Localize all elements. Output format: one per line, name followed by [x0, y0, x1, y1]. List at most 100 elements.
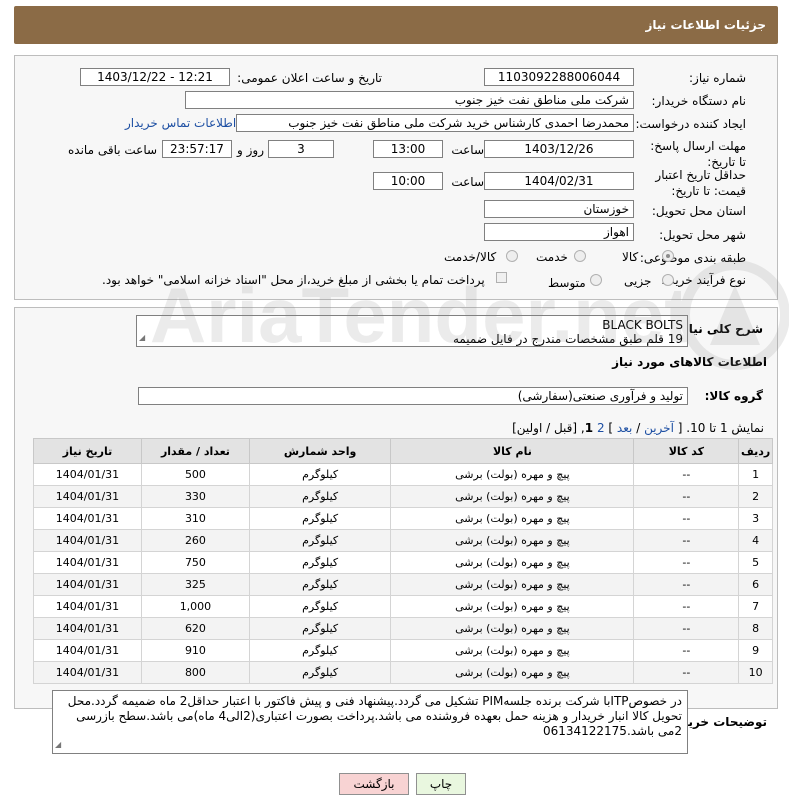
col-header-date: تاریخ نیاز	[33, 438, 142, 464]
print-button[interactable]: چاپ	[416, 773, 466, 795]
remaining-label: ساعت باقی مانده	[68, 143, 158, 157]
cell-row-number: 2	[738, 485, 773, 508]
cell-unit: کیلوگرم	[248, 661, 392, 684]
cell-unit: کیلوگرم	[248, 573, 392, 596]
cell-code: --	[633, 485, 740, 508]
category-radio-both[interactable]	[506, 250, 518, 262]
cell-code: --	[633, 661, 740, 684]
cell-name: پیچ و مهره (بولت) برشی	[390, 507, 635, 530]
table-header-row: ردیف کد کالا نام کالا واحد شمارش تعداد /…	[33, 438, 773, 464]
category-option-service: خدمت	[536, 250, 568, 264]
category-radio-service[interactable]	[574, 250, 586, 262]
cell-name: پیچ و مهره (بولت) برشی	[390, 529, 635, 552]
cell-unit: کیلوگرم	[248, 463, 392, 486]
cell-row-number: 3	[738, 507, 773, 530]
treasury-checkbox[interactable]	[496, 272, 507, 283]
payment-note: پرداخت تمام یا بخشی از مبلغ خرید،از محل …	[102, 273, 485, 287]
back-button[interactable]: بازگشت	[339, 773, 409, 795]
pagination-suffix: [قبل / اولین]	[512, 421, 578, 435]
pagination-page-2-link[interactable]: 2	[597, 421, 605, 435]
cell-quantity: 325	[140, 573, 250, 596]
cell-name: پیچ و مهره (بولت) برشی	[390, 617, 635, 640]
resize-handle-icon[interactable]: ◢	[139, 331, 145, 345]
category-option-goods: کالا	[622, 250, 639, 264]
pagination-next-link[interactable]: بعد	[617, 421, 632, 435]
pagination-last-link[interactable]: آخرین	[644, 421, 674, 435]
pagination-prefix: نمایش 1 تا 10. [	[677, 421, 764, 435]
need-number-field: 1103092288006044	[484, 68, 634, 86]
cell-name: پیچ و مهره (بولت) برشی	[390, 551, 635, 574]
buyer-org-field: شرکت ملی مناطق نفت خیز جنوب	[185, 91, 634, 109]
process-radio-minor[interactable]	[662, 274, 674, 286]
pagination-current-page: 1	[584, 421, 594, 435]
province-label: استان محل تحویل:	[651, 204, 746, 218]
creator-label: ایجاد کننده درخواست:	[635, 117, 746, 131]
table-row: 1 -- پیچ و مهره (بولت) برشی کیلوگرم 500 1404/…	[33, 463, 773, 486]
cell-name: پیچ و مهره (بولت) برشی	[390, 573, 635, 596]
cell-row-number: 7	[738, 595, 773, 618]
cell-quantity: 750	[140, 551, 250, 574]
cell-unit: کیلوگرم	[248, 617, 392, 640]
cell-quantity: 330	[140, 485, 250, 508]
cell-row-number: 8	[738, 617, 773, 640]
summary-line-1: BLACK BOLTS	[602, 318, 683, 332]
city-field: اهواز	[484, 223, 634, 241]
cell-row-number: 5	[738, 551, 773, 574]
col-header-quantity: تعداد / مقدار	[140, 438, 250, 464]
col-header-unit: واحد شمارش	[248, 438, 392, 464]
buyer-contact-link[interactable]: اطلاعات تماس خریدار	[125, 116, 236, 130]
summary-label: شرح کلی نیاز:	[677, 322, 763, 336]
goods-info-title: اطلاعات کالاهای مورد نیاز	[612, 355, 767, 369]
announce-label: تاریخ و ساعت اعلان عمومی:	[237, 71, 382, 85]
col-header-name: نام کالا	[390, 438, 635, 464]
table-row: 9 -- پیچ و مهره (بولت) برشی کیلوگرم 910 1404/…	[33, 639, 773, 662]
validity-label: حداقل تاریخ اعتبار قیمت: تا تاریخ:	[655, 168, 746, 198]
summary-box: BLACK BOLTS 19 قلم طبق مشخصات مندرج در ف…	[136, 315, 688, 347]
cell-row-number: 6	[738, 573, 773, 596]
cell-code: --	[633, 529, 740, 552]
need-number-label: شماره نیاز:	[689, 71, 746, 85]
creator-field: محمدرضا احمدی کارشناس خرید شرکت ملی مناط…	[236, 114, 634, 132]
process-radio-medium[interactable]	[590, 274, 602, 286]
resize-handle-icon[interactable]: ◢	[55, 737, 61, 752]
goods-group-field: تولید و فرآوری صنعتی(سفارشی)	[138, 387, 688, 405]
buyer-org-label: نام دستگاه خریدار:	[651, 94, 747, 108]
cell-unit: کیلوگرم	[248, 595, 392, 618]
days-label: روز و	[237, 143, 264, 157]
process-option-medium: متوسط	[548, 276, 586, 290]
cell-quantity: 260	[140, 529, 250, 552]
cell-row-number: 9	[738, 639, 773, 662]
table-row: 6 -- پیچ و مهره (بولت) برشی کیلوگرم 325 1404/…	[33, 573, 773, 596]
table-row: 10 -- پیچ و مهره (بولت) برشی کیلوگرم 800 1404…	[33, 661, 773, 684]
process-option-minor: جزیی	[624, 274, 652, 288]
category-option-both: کالا/خدمت	[444, 250, 497, 264]
goods-table: ردیف کد کالا نام کالا واحد شمارش تعداد /…	[33, 438, 773, 684]
pagination: نمایش 1 تا 10. [ آخرین / بعد ] 2 1, [قبل…	[512, 421, 764, 435]
category-radio-goods[interactable]	[662, 250, 674, 262]
cell-row-number: 4	[738, 529, 773, 552]
validity-date-field: 1404/02/31	[484, 172, 634, 190]
cell-name: پیچ و مهره (بولت) برشی	[390, 485, 635, 508]
announce-field: 1403/12/22 - 12:21	[80, 68, 230, 86]
cell-quantity: 800	[140, 661, 250, 684]
cell-unit: کیلوگرم	[248, 529, 392, 552]
cell-quantity: 910	[140, 639, 250, 662]
deadline-time-field: 13:00	[373, 140, 443, 158]
cell-date: 1404/01/31	[33, 551, 142, 574]
deadline-time-label: ساعت	[451, 143, 484, 157]
cell-code: --	[633, 463, 740, 486]
cell-date: 1404/01/31	[33, 507, 142, 530]
cell-row-number: 1	[738, 463, 773, 486]
cell-date: 1404/01/31	[33, 639, 142, 662]
deadline-date-field: 1403/12/26	[484, 140, 634, 158]
cell-code: --	[633, 573, 740, 596]
table-row: 5 -- پیچ و مهره (بولت) برشی کیلوگرم 750 1404/…	[33, 551, 773, 574]
cell-code: --	[633, 617, 740, 640]
cell-date: 1404/01/31	[33, 617, 142, 640]
cell-unit: کیلوگرم	[248, 507, 392, 530]
cell-quantity: 310	[140, 507, 250, 530]
cell-code: --	[633, 639, 740, 662]
col-header-row-number: ردیف	[738, 438, 773, 464]
days-field: 3	[268, 140, 334, 158]
cell-quantity: 620	[140, 617, 250, 640]
